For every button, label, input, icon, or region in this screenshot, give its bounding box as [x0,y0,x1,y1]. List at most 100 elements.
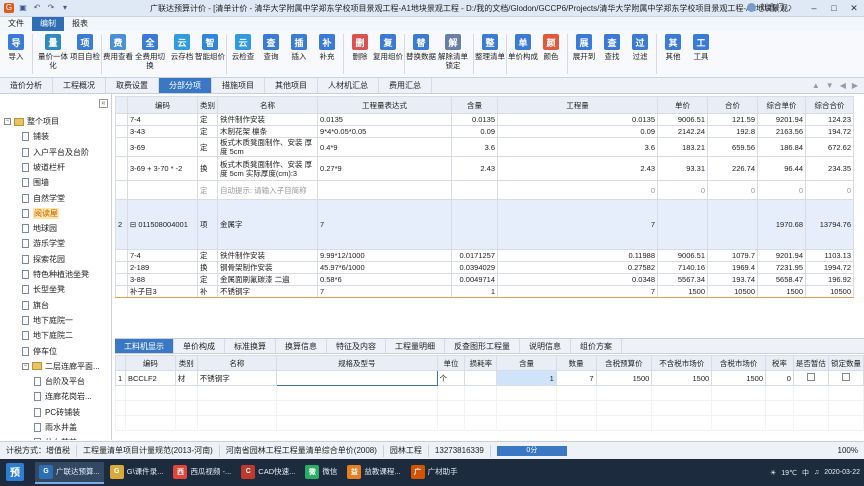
column-header[interactable]: 单价 [657,96,708,114]
tree-item[interactable]: 探索花园 [22,252,65,267]
cell-ctotal[interactable]: 13794.76 [805,199,854,250]
ribbon-button-17[interactable]: 颜颜色 [537,31,565,77]
cell-type[interactable]: 补 [197,285,218,298]
cell-content[interactable]: 2.43 [451,156,498,181]
cell-expr[interactable]: 7 [317,199,452,250]
column-header[interactable]: 含税预算价 [595,355,653,371]
taskbar-item-0[interactable]: 预 [0,462,33,484]
column-header[interactable]: 合价 [707,96,758,114]
cell-price[interactable]: 1500 [657,285,708,298]
cell-expr[interactable] [317,180,452,200]
volume-icon[interactable]: ♫ [814,469,819,476]
ribbon-button-12[interactable]: 复复用组价 [373,31,403,77]
cell-price[interactable]: 183.21 [657,137,708,157]
cell-code[interactable]: BCCLF2 [124,370,176,386]
column-header[interactable]: 单位 [436,355,466,371]
cell-code[interactable]: 2-189 [127,261,198,274]
column-header[interactable]: 编码 [124,355,176,371]
ribbon-button-8[interactable]: 查查询 [257,31,285,77]
ribbon-button-0[interactable]: 导导入 [2,31,30,77]
cell-cprice[interactable]: 1970.68 [757,199,806,250]
collapse-toggle-icon[interactable]: − [4,118,11,125]
lock-checkbox[interactable] [841,373,850,381]
cell-total[interactable]: 121.59 [707,113,758,126]
cell-no[interactable] [115,137,128,157]
taskbar-item-5[interactable]: 微微信 [301,462,341,484]
table-row[interactable]: 2-189 换钢骨架制作安装 45.97*6/1000 0.0394029 0.2758… [115,261,854,274]
cell-code[interactable]: 7-4 [127,249,198,262]
cell-qty[interactable]: 0 [497,180,658,200]
cell-ctotal[interactable]: 1103.13 [805,249,854,262]
cell-cprice[interactable]: 5658.47 [757,273,806,286]
column-header[interactable]: 综合单价 [757,96,806,114]
taskbar-item-1[interactable]: G 广联达预算... [35,461,104,484]
taskbar-item-6[interactable]: 益益教课程... [343,462,404,484]
ribbon-button-9[interactable]: 插插入 [285,31,313,77]
cell-notax_market[interactable]: 1500 [651,370,713,386]
cell-name[interactable]: 钢骨架制作安装 [217,261,318,274]
arrow-left-icon[interactable]: ◀ [840,78,846,94]
estimate-checkbox[interactable] [806,373,815,381]
tab-4[interactable]: 措施项目 [212,78,265,93]
detail-tab-8[interactable]: 组价方案 [571,339,622,353]
ribbon-button-3[interactable]: 费费用查看 [103,31,133,77]
cell-content[interactable]: 3.6 [451,137,498,157]
cell-price[interactable]: 5567.34 [657,273,708,286]
table-row[interactable]: 3-69 定板式木质凳面制作、安装 厚度 5cm 0.4*9 3.6 3.6 183.21… [115,137,854,157]
column-header[interactable]: 工程量表达式 [317,96,452,114]
column-header[interactable]: 工程量 [497,96,658,114]
cell-total[interactable]: 0 [707,180,758,200]
tree-item[interactable]: 自然学堂 [22,191,65,206]
clock[interactable]: 2020-03-22 [824,468,860,477]
cell-content[interactable]: 0.0135 [451,113,498,126]
cell-expr[interactable]: 0.27*9 [317,156,452,181]
cell-no[interactable] [115,156,128,181]
cell-spec[interactable] [276,370,438,386]
cell-qty[interactable]: 7 [555,370,597,386]
menu-file[interactable]: 文件 [0,17,32,31]
cell-ctotal[interactable]: 194.72 [805,125,854,138]
cell-qty[interactable]: 0.09 [497,125,658,138]
tab-5[interactable]: 其他项目 [265,78,318,93]
column-header[interactable]: 名称 [196,355,278,371]
cell-name[interactable]: 铁件制作安装 [217,113,318,126]
cell-name[interactable]: 木制花架 檩条 [217,125,318,138]
cell-cprice[interactable]: 186.84 [757,137,806,157]
tree-item[interactable]: − 二层连廊平面... [22,359,100,374]
cell-code[interactable]: 3-69 [127,137,198,157]
cell-name[interactable]: 板式木质凳面制作、安装 厚度 5cm 实际厚度(cm):3 [217,156,318,181]
tree-item[interactable]: 旗台 [22,298,49,313]
cell-loss[interactable] [464,370,498,386]
tree-item[interactable]: 铺装 [22,129,49,144]
cell-code[interactable]: 3-69 + 3-70 * -2 [127,156,198,181]
table-row[interactable]: 补子目3 补不锈钢字 7 1 7 1500 10500 1500 10500 [115,285,854,298]
cell-type[interactable]: 定 [197,249,218,262]
table-row[interactable]: 3-88 定金属面刷氟碳漆 二遍 0.58*6 0.0049714 0.0348 5567… [115,273,854,286]
cell-no[interactable]: 2 [115,199,128,250]
cell-qty[interactable]: 2.43 [497,156,658,181]
cell-expr[interactable]: 0.4*9 [317,137,452,157]
cell-no[interactable]: 1 [115,370,126,386]
cell-ctotal[interactable]: 196.92 [805,273,854,286]
column-header[interactable]: 税率 [765,355,794,371]
tab-6[interactable]: 人材机汇总 [318,78,379,93]
cell-name[interactable]: 自动提示: 请输入子目简称 [217,180,318,200]
table-row[interactable]: 定自动提示: 请输入子目简称 0 0 0 0 0 [115,180,854,200]
arrow-right-icon[interactable]: ▶ [852,78,858,94]
detail-tab-0[interactable]: 工料机显示 [115,339,174,353]
tree-item[interactable]: 连廊花岗岩... [34,389,92,404]
cell-price[interactable]: 2142.24 [657,125,708,138]
cell-ctotal[interactable]: 0 [805,180,854,200]
cell-cprice[interactable]: 0 [757,180,806,200]
cell-ctotal[interactable]: 234.35 [805,156,854,181]
cell-cprice[interactable]: 1500 [757,285,806,298]
table-row[interactable]: 7-4 定铁件制作安装 9.99*12/1000 0.0171257 0.11988 90… [115,249,854,262]
collapse-toggle-icon[interactable]: − [22,362,29,370]
cell-content[interactable]: 0.0049714 [451,273,498,286]
cell-qty[interactable]: 0.11988 [497,249,658,262]
cell-no[interactable] [115,285,128,298]
collapse-panel-icon[interactable]: « [99,99,108,108]
tree-item[interactable]: 地球园 [22,221,57,236]
cell-name[interactable]: 金属字 [217,199,318,250]
tree-item[interactable]: 长型坐凳 [22,282,65,297]
